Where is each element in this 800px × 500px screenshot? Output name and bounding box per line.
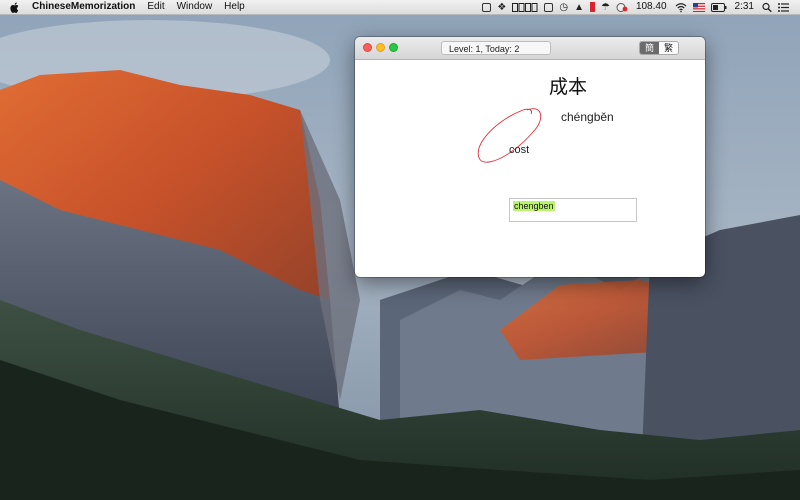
pinyin-text: chéngběn xyxy=(561,110,614,124)
level-status-field: Level: 1, Today: 2 xyxy=(441,41,551,55)
timemachine-icon[interactable]: ◷ xyxy=(559,2,568,13)
app-window: Level: 1, Today: 2 簡 繁 成本 chéngběn cost … xyxy=(355,37,705,277)
traditional-toggle-button[interactable]: 繁 xyxy=(659,42,678,54)
list-icon[interactable] xyxy=(778,2,789,13)
meaning-text: cost xyxy=(509,144,530,156)
zoom-button[interactable] xyxy=(389,43,398,52)
flag-us-icon[interactable] xyxy=(692,2,705,13)
window-icon[interactable] xyxy=(544,2,554,12)
menu-window[interactable]: Window xyxy=(171,0,219,14)
battery-icon[interactable] xyxy=(710,2,727,13)
wifi-icon[interactable] xyxy=(675,2,687,13)
airplay-icon[interactable] xyxy=(482,2,492,12)
hat-icon[interactable]: ▲ xyxy=(574,2,584,13)
umbrella-icon[interactable]: ☂ xyxy=(601,2,610,13)
minimize-button[interactable] xyxy=(376,43,385,52)
answer-input[interactable]: chengben xyxy=(509,198,637,222)
flashcard-area: 成本 chéngběn cost chengben xyxy=(355,60,705,277)
menu-bar: ChineseMemorization Edit Window Help ❖ ◷… xyxy=(0,0,800,15)
hanzi-text: 成本 xyxy=(549,77,588,98)
dropbox-icon[interactable]: ❖ xyxy=(497,2,506,13)
menu-bar-status-area: ❖ ◷ ▲ ☂ 108.40 2:31 xyxy=(479,0,800,14)
battery-bars-icon[interactable] xyxy=(512,2,538,13)
record-icon[interactable] xyxy=(589,2,595,12)
simplified-toggle-button[interactable]: 簡 xyxy=(640,42,659,54)
menu-edit[interactable]: Edit xyxy=(141,0,170,14)
menu-app-name[interactable]: ChineseMemorization xyxy=(28,0,141,14)
title-bar[interactable]: Level: 1, Today: 2 簡 繁 xyxy=(355,37,705,60)
close-button[interactable] xyxy=(363,43,372,52)
clock[interactable]: 2:31 xyxy=(735,0,754,14)
apple-icon[interactable] xyxy=(10,1,20,13)
handwriting-stroke xyxy=(477,108,542,163)
menu-help[interactable]: Help xyxy=(218,0,251,14)
answer-input-value: chengben xyxy=(513,201,555,211)
badge-icon[interactable] xyxy=(616,2,628,13)
script-toggle[interactable]: 簡 繁 xyxy=(639,41,679,55)
stock-price[interactable]: 108.40 xyxy=(636,0,667,14)
search-icon[interactable] xyxy=(762,2,772,13)
